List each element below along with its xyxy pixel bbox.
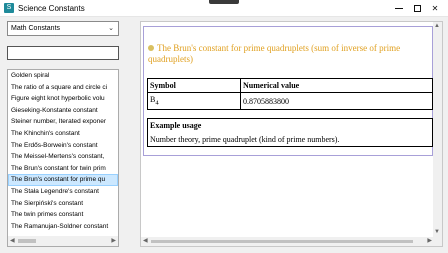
constant-heading: The Brun's constant for prime quadruplet… xyxy=(148,43,430,65)
symbol-subscript: 4 xyxy=(155,99,159,107)
scroll-left-icon[interactable]: ◀ xyxy=(10,237,15,244)
scroll-right-icon[interactable]: ▶ xyxy=(427,237,432,244)
close-button[interactable]: ✕ xyxy=(422,0,448,17)
usage-label: Example usage xyxy=(147,118,433,133)
scrollbar-thumb[interactable] xyxy=(18,239,36,243)
title-bar: S Science Constants ✕ xyxy=(0,0,448,17)
list-item[interactable]: The Brun's constant for twin prim xyxy=(8,163,118,175)
usage-table: Example usage Number theory, prime quadr… xyxy=(147,118,433,147)
list-item[interactable]: Steiner number, Iterated exponer xyxy=(8,116,118,128)
list-item[interactable]: The Brun's constant for prime qu xyxy=(8,174,118,186)
category-select[interactable]: Math Constants ⌄ xyxy=(7,21,119,36)
window-title: Science Constants xyxy=(18,4,85,13)
list-items-container: Golden spiral The ratio of a square and c… xyxy=(8,70,118,236)
list-item[interactable]: The Meissel-Mertens's constant, xyxy=(8,151,118,163)
scrollbar-thumb[interactable] xyxy=(151,240,413,243)
list-item[interactable]: Gieseking-Konstante constant xyxy=(8,105,118,117)
minimize-icon xyxy=(395,8,403,9)
value-header: Numerical value xyxy=(240,78,433,93)
list-item[interactable]: The Erdős-Borwein's constant xyxy=(8,140,118,152)
close-icon: ✕ xyxy=(431,4,439,13)
drag-handle[interactable] xyxy=(209,0,239,4)
symbol-cell: B4 xyxy=(147,92,241,110)
detail-pane: The Brun's constant for prime quadruplet… xyxy=(140,21,443,247)
list-item[interactable]: The Ramanujan-Soldner constant xyxy=(8,221,118,233)
bullet-icon xyxy=(148,45,154,51)
scroll-right-icon[interactable]: ▶ xyxy=(111,237,116,244)
value-cell: 0.8705883800 xyxy=(240,92,433,110)
constant-card: The Brun's constant for prime quadruplet… xyxy=(143,26,433,156)
list-item[interactable]: Golden spiral xyxy=(8,70,118,82)
list-item[interactable]: The Sierpiński's constant xyxy=(8,198,118,210)
scroll-down-icon[interactable]: ▼ xyxy=(434,229,440,235)
vertical-scrollbar[interactable]: ▲ ▼ xyxy=(433,22,442,246)
scroll-up-icon[interactable]: ▲ xyxy=(434,23,440,29)
left-pane: Math Constants ⌄ Golden spiral The ratio … xyxy=(7,21,119,247)
app-icon: S xyxy=(4,3,14,13)
scroll-left-icon[interactable]: ◀ xyxy=(143,237,148,244)
symbol-header: Symbol xyxy=(147,78,241,93)
list-item[interactable]: The Khinchin's constant xyxy=(8,128,118,140)
usage-text: Number theory, prime quadruplet (kind of… xyxy=(147,132,433,147)
list-item[interactable]: The twin primes constant xyxy=(8,209,118,221)
constant-title: The Brun's constant for prime quadruplet… xyxy=(148,43,401,64)
content-horizontal-scrollbar[interactable]: ◀ ▶ xyxy=(141,237,434,246)
constants-list[interactable]: Golden spiral The ratio of a square and c… xyxy=(7,69,119,247)
horizontal-scrollbar[interactable]: ◀ ▶ xyxy=(8,236,118,246)
list-item[interactable]: The ratio of a square and circle ci xyxy=(8,82,118,94)
chevron-down-icon: ⌄ xyxy=(108,25,114,32)
search-input[interactable] xyxy=(7,46,119,60)
list-item[interactable]: The Stała Legendre's constant xyxy=(8,186,118,198)
maximize-icon xyxy=(413,5,421,12)
list-item[interactable]: Figure eight knot hyperbolic volu xyxy=(8,93,118,105)
symbol-table: Symbol Numerical value B4 0.8705883800 xyxy=(147,78,433,110)
category-select-value: Math Constants xyxy=(11,25,61,32)
